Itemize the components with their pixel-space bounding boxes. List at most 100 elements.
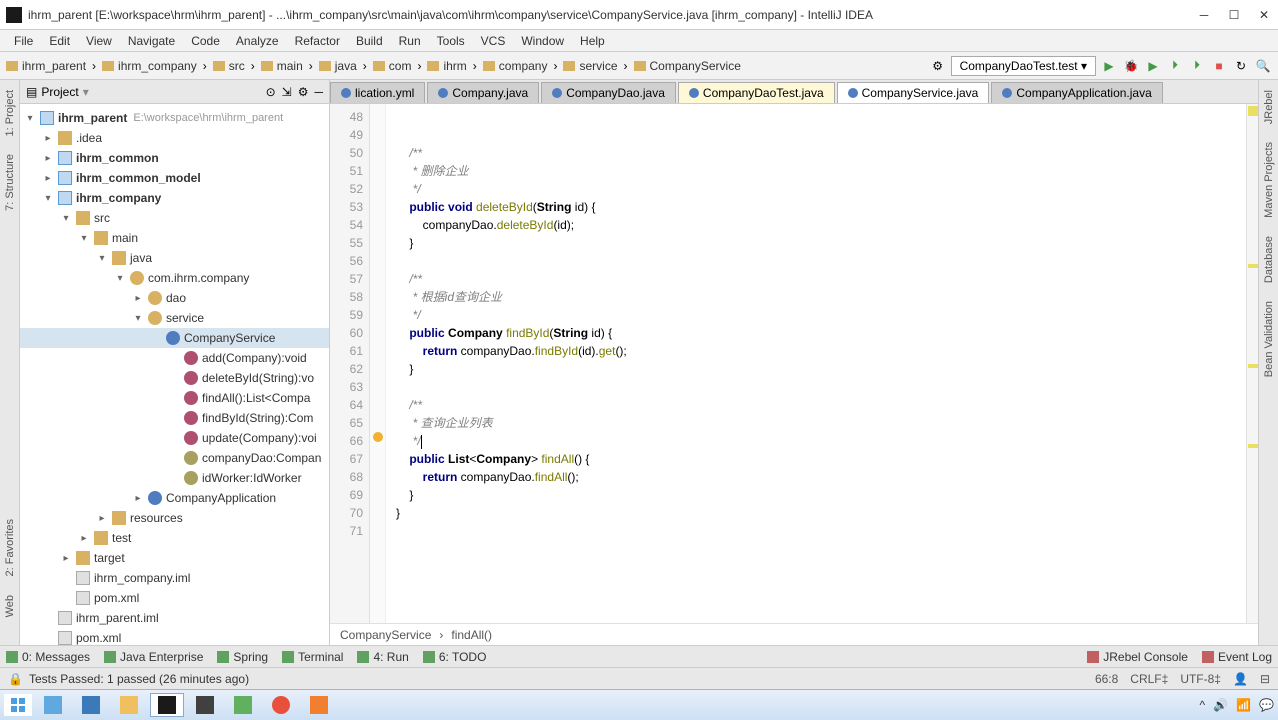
expand-arrow-icon[interactable]: ▾ — [24, 113, 36, 124]
menu-tools[interactable]: Tools — [429, 32, 473, 50]
expand-arrow-icon[interactable]: ▾ — [42, 193, 54, 204]
code-line[interactable] — [396, 252, 1246, 270]
volume-icon[interactable]: 🔊 — [1213, 698, 1228, 712]
expand-arrow-icon[interactable]: ▾ — [78, 233, 90, 244]
expand-arrow-icon[interactable]: ▾ — [114, 273, 126, 284]
sync-icon[interactable]: ⊟ — [1260, 672, 1270, 686]
expand-arrow-icon[interactable]: ▾ — [60, 213, 72, 224]
breadcrumb-item[interactable]: java — [313, 57, 363, 75]
tray-icon[interactable]: ^ — [1200, 698, 1206, 712]
intention-bulb-icon[interactable] — [373, 432, 383, 442]
breadcrumb-item[interactable]: ihrm_company — [96, 57, 203, 75]
taskbar-app[interactable] — [226, 693, 260, 717]
taskbar-app[interactable] — [74, 693, 108, 717]
file-encoding[interactable]: UTF-8‡ — [1180, 672, 1221, 686]
expand-arrow-icon[interactable]: ▸ — [60, 553, 72, 564]
collapse-icon[interactable]: ⊙ — [266, 85, 276, 99]
tool-window-tab[interactable]: Java Enterprise — [104, 650, 203, 664]
code-line[interactable]: public List<Company> findAll() { — [396, 450, 1246, 468]
taskbar-app-chrome[interactable] — [264, 693, 298, 717]
tree-item[interactable]: pom.xml — [20, 588, 329, 608]
tree-item[interactable]: ▸dao — [20, 288, 329, 308]
editor-tab[interactable]: CompanyDao.java — [541, 82, 676, 103]
menu-analyze[interactable]: Analyze — [228, 32, 287, 50]
code-line[interactable]: } — [396, 486, 1246, 504]
build-icon[interactable]: ⚙ — [929, 57, 947, 75]
run-button[interactable]: ▶ — [1100, 57, 1118, 75]
tree-item[interactable]: update(Company):voi — [20, 428, 329, 448]
expand-arrow-icon[interactable]: ▸ — [42, 153, 54, 164]
editor-tab[interactable]: Company.java — [427, 82, 539, 103]
scroll-icon[interactable]: ⇲ — [282, 85, 292, 99]
expand-arrow-icon[interactable]: ▾ — [96, 253, 108, 264]
tree-item[interactable]: ihrm_parent.iml — [20, 608, 329, 628]
tree-item[interactable]: ▸test — [20, 528, 329, 548]
editor-tab[interactable]: CompanyApplication.java — [991, 82, 1162, 103]
hide-icon[interactable]: ─ — [314, 85, 323, 99]
code-line[interactable]: * 删除企业 — [396, 162, 1246, 180]
tool-window-tab[interactable]: JRebel Console — [1087, 650, 1188, 664]
update-button[interactable]: ↻ — [1232, 57, 1250, 75]
tree-item[interactable]: add(Company):void — [20, 348, 329, 368]
taskbar-app-intellij[interactable] — [150, 693, 184, 717]
code-line[interactable]: } — [396, 504, 1246, 522]
search-icon[interactable]: 🔍 — [1254, 57, 1272, 75]
breadcrumb-item[interactable]: main — [255, 57, 309, 75]
menu-build[interactable]: Build — [348, 32, 391, 50]
attach-button[interactable]: ⏵ — [1188, 57, 1206, 75]
minimize-button[interactable]: ─ — [1196, 7, 1212, 23]
lock-icon[interactable]: 🔒 — [8, 672, 23, 686]
tree-item[interactable]: ▾com.ihrm.company — [20, 268, 329, 288]
tree-item[interactable]: deleteById(String):vo — [20, 368, 329, 388]
project-tree[interactable]: ▾ ihrm_parent E:\workspace\hrm\ihrm_pare… — [20, 104, 329, 645]
tool-window-tab[interactable]: Spring — [217, 650, 268, 664]
menu-code[interactable]: Code — [183, 32, 228, 50]
breadcrumb-item[interactable]: ihrm — [421, 57, 472, 75]
expand-arrow-icon[interactable]: ▸ — [132, 293, 144, 304]
tool-window-tab[interactable]: Terminal — [282, 650, 343, 664]
tree-item[interactable]: ▸target — [20, 548, 329, 568]
code-content[interactable]: /** * 删除企业 */ public void deleteById(Str… — [386, 104, 1246, 623]
menu-vcs[interactable]: VCS — [473, 32, 514, 50]
editor-tab[interactable]: CompanyService.java — [837, 82, 990, 104]
tool-window-tab[interactable]: 0: Messages — [6, 650, 90, 664]
code-line[interactable]: return companyDao.findAll(); — [396, 468, 1246, 486]
close-button[interactable]: ✕ — [1256, 7, 1272, 23]
code-line[interactable]: /** — [396, 144, 1246, 162]
warning-marker-icon[interactable] — [1248, 444, 1258, 448]
code-line[interactable] — [396, 108, 1246, 126]
settings-icon[interactable]: ⚙ — [298, 85, 309, 99]
code-line[interactable]: */ — [396, 180, 1246, 198]
code-line[interactable] — [396, 126, 1246, 144]
breadcrumb-item[interactable]: ihrm_parent — [0, 57, 92, 75]
taskbar-app[interactable] — [302, 693, 336, 717]
taskbar-app-explorer[interactable] — [112, 693, 146, 717]
menu-window[interactable]: Window — [513, 32, 572, 50]
breadcrumb-item[interactable]: CompanyService — [340, 628, 431, 642]
menu-edit[interactable]: Edit — [41, 32, 78, 50]
menu-view[interactable]: View — [78, 32, 120, 50]
code-line[interactable]: /** — [396, 270, 1246, 288]
breadcrumb-item[interactable]: service — [557, 57, 623, 75]
code-editor[interactable]: 4849505152535455565758596061626364656667… — [330, 104, 1258, 623]
system-tray[interactable]: ^ 🔊 📶 💬 — [1200, 698, 1275, 712]
line-separator[interactable]: CRLF‡ — [1130, 672, 1168, 686]
code-line[interactable]: * 查询企业列表 — [396, 414, 1246, 432]
tree-item[interactable]: ▸CompanyApplication — [20, 488, 329, 508]
maven-tool-tab[interactable]: Maven Projects — [1263, 142, 1275, 218]
tree-item[interactable]: ▾service — [20, 308, 329, 328]
tree-item[interactable]: companyDao:Compan — [20, 448, 329, 468]
tree-item[interactable]: ▾src — [20, 208, 329, 228]
menu-file[interactable]: File — [6, 32, 41, 50]
network-icon[interactable]: 📶 — [1236, 698, 1251, 712]
tool-window-tab[interactable]: 6: TODO — [423, 650, 487, 664]
tree-item[interactable]: idWorker:IdWorker — [20, 468, 329, 488]
tree-item[interactable]: CompanyService — [20, 328, 329, 348]
code-line[interactable] — [396, 378, 1246, 396]
structure-tool-tab[interactable]: 7: Structure — [4, 154, 16, 211]
editor-tab[interactable]: lication.yml — [330, 82, 425, 103]
code-line[interactable] — [396, 522, 1246, 540]
menu-run[interactable]: Run — [391, 32, 429, 50]
taskbar-app[interactable] — [188, 693, 222, 717]
code-line[interactable]: public void deleteById(String id) { — [396, 198, 1246, 216]
